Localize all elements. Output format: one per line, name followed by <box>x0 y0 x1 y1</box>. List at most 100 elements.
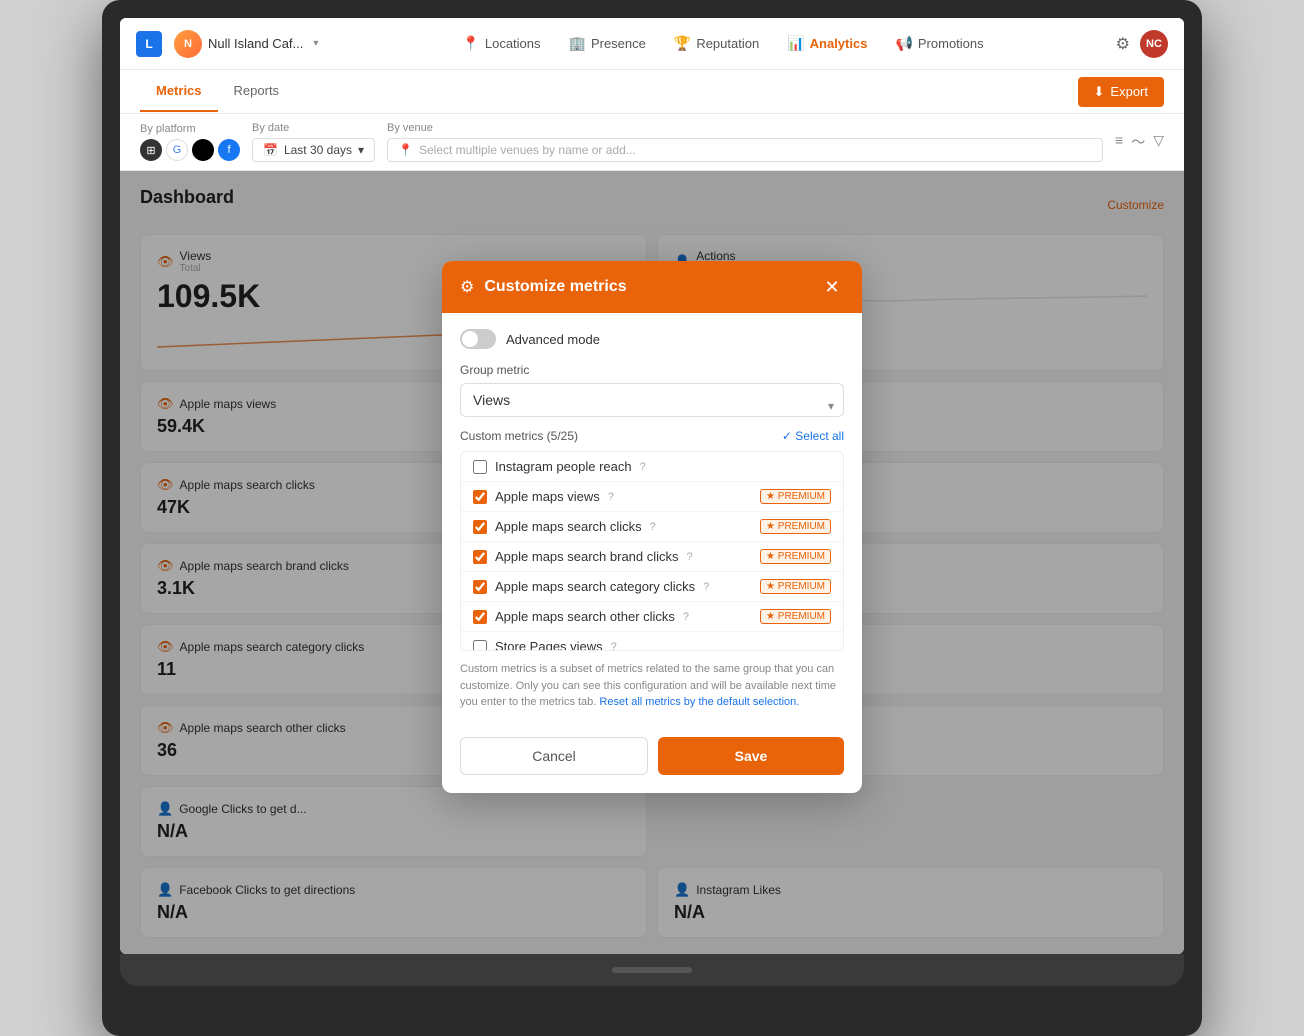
bar-chart-icon[interactable]: ≡ <box>1115 132 1123 152</box>
laptop-container: L N Null Island Caf... ▾ 📍 Locations 🏢 P… <box>102 0 1202 1036</box>
checkbox-store-views[interactable] <box>473 640 487 652</box>
top-navigation: L N Null Island Caf... ▾ 📍 Locations 🏢 P… <box>120 18 1184 70</box>
screen: L N Null Island Caf... ▾ 📍 Locations 🏢 P… <box>120 18 1184 954</box>
brand-name: Null Island Caf... <box>208 36 303 51</box>
premium-badge-apple-views: ★ PREMIUM <box>760 489 831 504</box>
platform-icons: ⊞ G f <box>140 139 240 161</box>
list-item-apple-category: Apple maps search category clicks ? ★ PR… <box>461 572 843 602</box>
apple-category-list-label: Apple maps search category clicks <box>495 579 695 594</box>
metrics-list: Instagram people reach ? Apple maps view… <box>460 451 844 651</box>
promotions-icon: 📢 <box>895 35 912 52</box>
brand-dropdown-icon[interactable]: ▾ <box>313 38 318 49</box>
tab-metrics[interactable]: Metrics <box>140 71 218 112</box>
date-filter-group: By date 📅 Last 30 days ▾ <box>252 122 375 162</box>
checkbox-insta-reach[interactable] <box>473 460 487 474</box>
date-filter[interactable]: 📅 Last 30 days ▾ <box>252 138 375 162</box>
export-icon: ⬇ <box>1094 84 1105 100</box>
platform-icon-dark[interactable]: ⊞ <box>140 139 162 161</box>
platform-icon-google[interactable]: G <box>166 139 188 161</box>
info-icon-apple-other[interactable]: ? <box>683 611 689 623</box>
advanced-mode-row: Advanced mode <box>460 329 844 349</box>
checkbox-apple-views[interactable] <box>473 490 487 504</box>
presence-icon: 🏢 <box>569 35 586 52</box>
insta-reach-label: Instagram people reach <box>495 459 632 474</box>
platform-icon-facebook[interactable]: f <box>218 139 240 161</box>
nav-item-presence-label: Presence <box>591 36 646 51</box>
laptop-base <box>120 954 1184 986</box>
modal-header: ⚙ Customize metrics ✕ <box>442 261 862 313</box>
calendar-icon: 📅 <box>263 143 278 157</box>
venue-filter-label: By venue <box>387 122 1103 134</box>
reputation-icon: 🏆 <box>674 35 691 52</box>
list-item-apple-other: Apple maps search other clicks ? ★ PREMI… <box>461 602 843 632</box>
group-metric-select-wrapper: Views ▾ <box>460 383 844 429</box>
custom-metrics-title: Custom metrics (5/25) <box>460 429 578 443</box>
list-item-insta-reach: Instagram people reach ? <box>461 452 843 482</box>
list-item-apple-search: Apple maps search clicks ? ★ PREMIUM <box>461 512 843 542</box>
store-views-list-label: Store Pages views <box>495 639 603 651</box>
group-metric-select[interactable]: Views <box>460 383 844 417</box>
nav-item-reputation-label: Reputation <box>696 36 759 51</box>
apple-other-list-label: Apple maps search other clicks <box>495 609 675 624</box>
toggle-knob <box>462 331 478 347</box>
modal-info-text: Custom metrics is a subset of metrics re… <box>460 661 844 711</box>
info-icon-apple-category[interactable]: ? <box>703 581 709 593</box>
nav-item-analytics[interactable]: 📊 Analytics <box>773 29 881 58</box>
select-all-link[interactable]: ✓ Select all <box>782 429 844 443</box>
list-item-apple-views: Apple maps views ? ★ PREMIUM <box>461 482 843 512</box>
venue-filter-group: By venue 📍 Select multiple venues by nam… <box>387 122 1103 162</box>
line-chart-icon[interactable]: 〜 <box>1131 132 1145 152</box>
info-icon-apple-brand[interactable]: ? <box>687 551 693 563</box>
date-filter-label: By date <box>252 122 375 134</box>
nav-item-promotions-label: Promotions <box>918 36 984 51</box>
custom-metrics-header: Custom metrics (5/25) ✓ Select all <box>460 429 844 443</box>
modal-title: Customize metrics <box>484 278 810 296</box>
info-icon-apple-views[interactable]: ? <box>608 491 614 503</box>
nav-item-presence[interactable]: 🏢 Presence <box>555 29 660 58</box>
venue-placeholder: Select multiple venues by name or add... <box>419 143 636 157</box>
export-label: Export <box>1110 84 1148 99</box>
info-icon-insta-reach[interactable]: ? <box>640 461 646 473</box>
checkmark-icon: ✓ <box>782 429 795 443</box>
brand-avatar: N <box>174 30 202 58</box>
app-logo: L <box>136 31 162 57</box>
venue-filter[interactable]: 📍 Select multiple venues by name or add.… <box>387 138 1103 162</box>
analytics-icon: 📊 <box>787 35 804 52</box>
platform-icon-apple[interactable] <box>192 139 214 161</box>
apple-search-list-label: Apple maps search clicks <box>495 519 642 534</box>
export-button[interactable]: ⬇ Export <box>1078 77 1164 107</box>
settings-icon[interactable]: ⚙ <box>1116 34 1130 54</box>
checkbox-apple-other[interactable] <box>473 610 487 624</box>
checkbox-apple-category[interactable] <box>473 580 487 594</box>
info-icon-store-views[interactable]: ? <box>611 641 617 652</box>
cancel-button[interactable]: Cancel <box>460 737 648 775</box>
date-filter-value: Last 30 days <box>284 143 352 157</box>
nav-item-locations[interactable]: 📍 Locations <box>448 29 554 58</box>
nav-item-promotions[interactable]: 📢 Promotions <box>881 29 997 58</box>
premium-badge-apple-search: ★ PREMIUM <box>760 519 831 534</box>
dashboard-area: Dashboard Customize 👁 Views Total 109.5K <box>120 171 1184 954</box>
apple-views-list-label: Apple maps views <box>495 489 600 504</box>
info-icon-apple-search[interactable]: ? <box>650 521 656 533</box>
premium-badge-apple-category: ★ PREMIUM <box>760 579 831 594</box>
nav-item-locations-label: Locations <box>485 36 541 51</box>
nav-right: ⚙ NC <box>1116 30 1168 58</box>
checkbox-apple-brand[interactable] <box>473 550 487 564</box>
locations-icon: 📍 <box>462 35 479 52</box>
date-filter-arrow: ▾ <box>358 143 364 157</box>
modal-close-button[interactable]: ✕ <box>820 275 844 299</box>
save-button[interactable]: Save <box>658 737 844 775</box>
view-icons: ≡ 〜 ▽ <box>1115 132 1164 152</box>
advanced-mode-toggle[interactable] <box>460 329 496 349</box>
reset-link[interactable]: Reset all metrics by the default selecti… <box>599 696 799 708</box>
advanced-mode-label: Advanced mode <box>506 332 600 347</box>
premium-badge-apple-brand: ★ PREMIUM <box>760 549 831 564</box>
user-avatar: NC <box>1140 30 1168 58</box>
tab-reports[interactable]: Reports <box>218 71 296 112</box>
group-metric-label: Group metric <box>460 363 844 377</box>
filter-icon[interactable]: ▽ <box>1153 132 1164 152</box>
venue-icon: 📍 <box>398 143 413 157</box>
modal-body: Advanced mode Group metric Views ▾ Custo… <box>442 313 862 737</box>
nav-item-reputation[interactable]: 🏆 Reputation <box>660 29 773 58</box>
checkbox-apple-search[interactable] <box>473 520 487 534</box>
